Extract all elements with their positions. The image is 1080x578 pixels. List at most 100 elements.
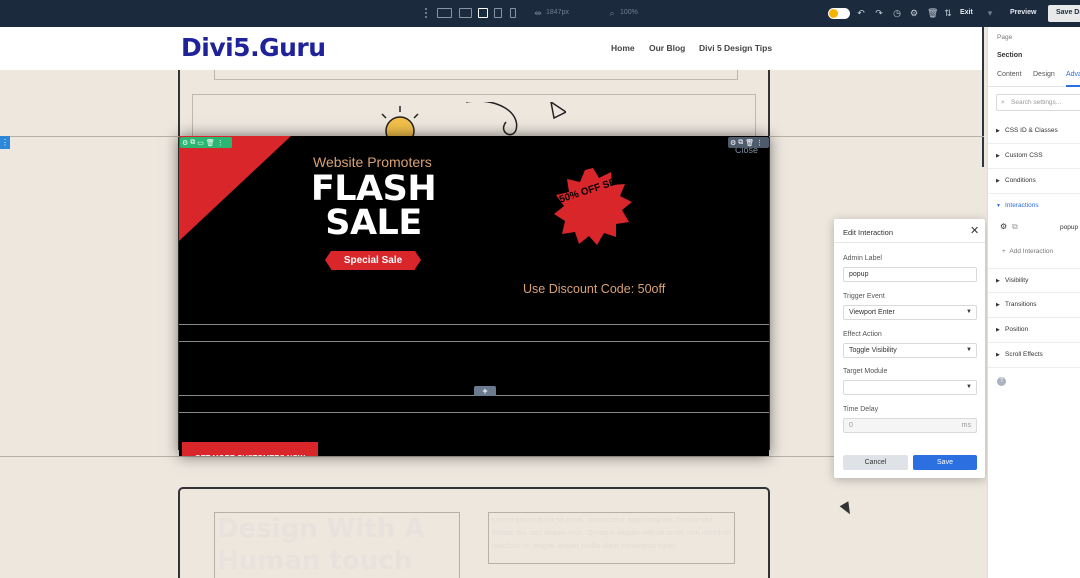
row-guide [214, 70, 738, 80]
sort-icon[interactable]: ⇅ [943, 8, 953, 18]
popup-title: FLASH SALE [310, 169, 437, 243]
zoom-value[interactable]: 100% [620, 9, 638, 16]
row-toolbar[interactable]: ⚙ ⧉ ▭ 🗑 ⋮ [180, 137, 232, 148]
section-handle[interactable]: ⋮ [0, 136, 10, 149]
more-icon[interactable]: ⋮ [756, 139, 763, 147]
close-icon[interactable]: ✕ [970, 224, 979, 237]
settings-panel: Page Section Content Design Adva ⌕ Searc… [987, 27, 1080, 578]
top-toolbar: ⇹ 1847px ⌕ 100% ↶ ↷ ◷ ⚙ 🗑 ⇅ Exit ▾ Previ… [0, 0, 1080, 27]
tab-advanced[interactable]: Adva [1066, 71, 1080, 87]
site-logo[interactable]: Divi5.Guru [181, 33, 326, 62]
nav-link-blog[interactable]: Our Blog [649, 43, 685, 53]
group-label: Scroll Effects [1005, 351, 1043, 358]
row-divider [179, 412, 769, 413]
search-icon: ⌕ [1001, 99, 1005, 106]
nav-link-home[interactable]: Home [611, 43, 635, 53]
group-interactions[interactable]: ▼ Interactions [988, 194, 1080, 219]
gear-icon[interactable]: ⚙ [182, 139, 188, 147]
target-module-select[interactable]: ▼ [843, 380, 977, 395]
save-icon[interactable]: ▭ [197, 139, 204, 147]
admin-label-input[interactable]: popup [843, 267, 977, 282]
effect-action-select[interactable]: Toggle Visibility ▼ [843, 343, 977, 358]
desktop-wide-icon[interactable] [437, 8, 452, 18]
row-divider [179, 341, 769, 342]
duplicate-icon[interactable]: ⧉ [190, 139, 195, 147]
phone-icon[interactable] [510, 8, 516, 18]
caret-right-icon: ▶ [996, 128, 1000, 134]
duplicate-icon[interactable]: ⧉ [1012, 222, 1018, 232]
caret-right-icon: ▶ [996, 153, 1000, 159]
lower-paragraph: Lorem ipsum dolor sit amet, consectetur … [488, 512, 735, 564]
settings-icon[interactable]: ⚙ [909, 8, 919, 18]
settings-search-input[interactable]: ⌕ Search settings... [996, 94, 1080, 111]
canvas-scrollbar[interactable] [982, 27, 984, 167]
group-css-id-classes[interactable]: ▶ CSS ID & Classes [988, 119, 1080, 144]
trash-icon[interactable]: 🗑 [927, 8, 938, 18]
admin-label-label: Admin Label [843, 255, 882, 262]
group-label: CSS ID & Classes [1005, 127, 1058, 134]
caret-right-icon: ▶ [996, 302, 1000, 308]
width-icon: ⇹ [534, 8, 542, 18]
tab-design[interactable]: Design [1033, 71, 1055, 78]
gear-icon[interactable]: ⚙ [730, 139, 736, 147]
trash-icon[interactable]: 🗑 [745, 139, 754, 147]
module-toolbar[interactable]: ⚙ ⧉ 🗑 ⋮ [728, 137, 769, 148]
laptop-icon[interactable] [478, 8, 488, 18]
caret-right-icon: ▶ [996, 327, 1000, 333]
nav-link-design-tips[interactable]: Divi 5 Design Tips [699, 43, 772, 53]
group-label: Transitions [1005, 301, 1037, 308]
theme-toggle[interactable] [828, 8, 850, 19]
duplicate-icon[interactable]: ⧉ [738, 139, 743, 147]
group-conditions[interactable]: ▶ Conditions [988, 169, 1080, 194]
more-icon[interactable]: ⋮ [217, 139, 224, 147]
trigger-event-select[interactable]: Viewport Enter ▼ [843, 305, 977, 320]
save-button[interactable]: Save [913, 455, 977, 470]
add-row-button[interactable]: + [474, 386, 496, 396]
exit-dropdown-icon[interactable]: ▾ [985, 8, 995, 18]
history-icon[interactable]: ◷ [892, 8, 902, 18]
caret-right-icon: ▶ [996, 178, 1000, 184]
redo-icon[interactable]: ↷ [874, 8, 884, 18]
group-label: Conditions [1005, 177, 1036, 184]
chevron-down-icon: ▼ [966, 347, 972, 353]
time-delay-label: Time Delay [843, 406, 879, 413]
time-delay-value: 0 [849, 422, 853, 429]
plus-icon: + [1002, 248, 1006, 255]
zoom-icon: ⌕ [609, 8, 615, 18]
target-module-label: Target Module [843, 368, 888, 375]
group-label: Visibility [1005, 277, 1029, 284]
group-visibility[interactable]: ▶ Visibility [988, 268, 1080, 293]
save-draft-button[interactable]: Save Dr [1048, 5, 1080, 22]
breadcrumb[interactable]: Page [997, 34, 1012, 41]
exit-button[interactable]: Exit [960, 9, 973, 16]
tablet-icon[interactable] [494, 8, 502, 18]
width-value[interactable]: 1847px [546, 9, 569, 16]
red-corner-shape [179, 136, 291, 241]
preview-button[interactable]: Preview [1002, 5, 1044, 22]
group-custom-css[interactable]: ▶ Custom CSS [988, 144, 1080, 169]
effect-action-label: Effect Action [843, 331, 882, 338]
cta-button[interactable]: GET MORE CUSTOMERS NOW [182, 442, 318, 456]
help-icon[interactable]: ? [997, 377, 1006, 386]
group-scroll-effects[interactable]: ▶ Scroll Effects [988, 343, 1080, 368]
special-sale-ribbon: Special Sale [325, 251, 421, 270]
tab-content[interactable]: Content [997, 71, 1022, 78]
interaction-item[interactable]: ⚙ ⧉ popup [997, 222, 1080, 236]
popup-subtitle: Website Promoters [313, 154, 432, 170]
row-divider [179, 324, 769, 325]
time-delay-input[interactable]: 0 ms [843, 418, 977, 433]
add-interaction-button[interactable]: + Add Interaction [1002, 248, 1053, 255]
group-label: Position [1005, 326, 1029, 333]
group-label: Custom CSS [1005, 152, 1043, 159]
add-interaction-label: Add Interaction [1009, 248, 1054, 255]
gear-icon[interactable]: ⚙ [1000, 222, 1007, 231]
trash-icon[interactable]: 🗑 [206, 139, 215, 147]
cancel-button[interactable]: Cancel [843, 455, 908, 470]
trigger-event-value: Viewport Enter [849, 309, 895, 316]
undo-icon[interactable]: ↶ [856, 8, 866, 18]
group-position[interactable]: ▶ Position [988, 318, 1080, 343]
desktop-icon[interactable] [459, 8, 472, 18]
group-transitions[interactable]: ▶ Transitions [988, 293, 1080, 318]
drag-dots-icon [425, 8, 427, 18]
caret-down-icon: ▼ [996, 203, 1001, 209]
